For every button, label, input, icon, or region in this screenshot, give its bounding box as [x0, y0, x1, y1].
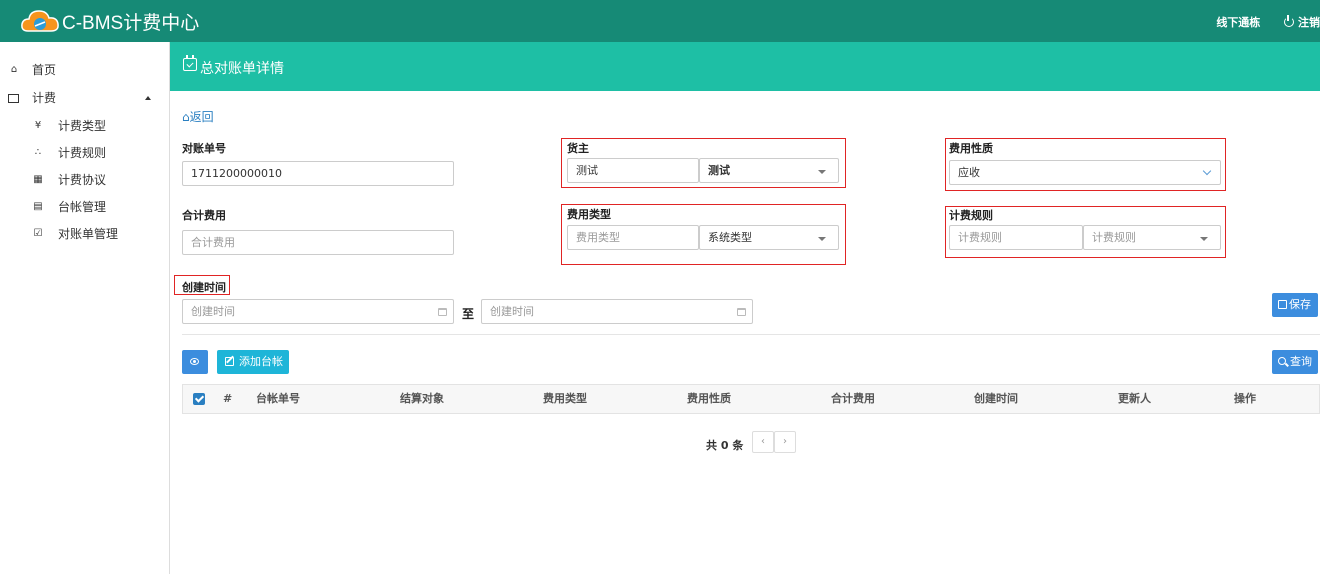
column-header[interactable]: 更新人	[1118, 385, 1151, 413]
sidebar-item-label: 计费协议	[58, 173, 107, 187]
power-icon	[1284, 15, 1294, 27]
eye-icon	[190, 358, 199, 365]
created-time-label: 创建时间	[182, 281, 226, 294]
view-button[interactable]	[182, 350, 208, 374]
page-header: 总对账单详情	[170, 42, 1320, 91]
offline-link[interactable]: 线下通栋	[1216, 14, 1260, 30]
select-all-checkbox[interactable]	[193, 393, 205, 405]
home-icon: ⌂	[10, 64, 18, 75]
sidebar-item-home[interactable]: ⌂ 首页	[0, 58, 170, 82]
fee-nature-select[interactable]: 应收	[949, 160, 1221, 185]
created-time-from-input[interactable]: 创建时间	[182, 299, 454, 324]
prev-page-button[interactable]: ‹	[752, 431, 774, 453]
chevron-up-icon	[145, 96, 151, 100]
fee-type-input[interactable]: 费用类型	[567, 225, 699, 250]
sidebar-item-label: 计费类型	[58, 119, 107, 133]
chevron-down-icon	[1202, 166, 1212, 176]
sidebar-item-statements[interactable]: ☑ 对账单管理	[0, 222, 170, 246]
next-page-button[interactable]: ›	[774, 431, 796, 453]
add-ledger-button[interactable]: 添加台帐	[217, 350, 289, 374]
owner-input[interactable]: 测试	[567, 158, 699, 183]
sidebar-item-label: 台帐管理	[58, 200, 107, 214]
main-content: 总对账单详情 ⌂返回 对账单号 1711200000010 合计费用 合计费用 …	[170, 42, 1320, 574]
created-time-to-input[interactable]: 创建时间	[481, 299, 753, 324]
sidebar: ⌂ 首页 计费 ¥ 计费类型 ∴ 计费规则 ▦ 计费协议 ▤ 台帐管理 ☑ 对账…	[0, 42, 170, 574]
edit-icon	[225, 357, 234, 366]
yen-icon: ¥	[34, 120, 42, 131]
sidebar-item-billing[interactable]: 计费	[0, 86, 170, 110]
column-header[interactable]: 费用性质	[687, 385, 731, 413]
fee-nature-label: 费用性质	[949, 142, 993, 155]
column-header[interactable]: 创建时间	[974, 385, 1018, 413]
owner-select[interactable]: 测试	[699, 158, 839, 183]
ledger-table-header: # 台帐单号 结算对象 费用类型 费用性质 合计费用 创建时间 更新人 操作	[182, 384, 1320, 414]
column-header[interactable]: 台帐单号	[256, 385, 300, 413]
sitemap-icon: ∴	[34, 147, 42, 158]
calendar-icon	[438, 308, 447, 316]
sidebar-item-ledger[interactable]: ▤ 台帐管理	[0, 195, 170, 219]
billing-rule-select[interactable]: 计费规则	[1083, 225, 1221, 250]
calendar-check-icon: ☑	[33, 228, 43, 239]
statement-no-label: 对账单号	[182, 142, 226, 155]
billing-rule-label: 计费规则	[949, 209, 993, 222]
page-title: 总对账单详情	[200, 61, 284, 77]
book-icon: ▤	[33, 201, 43, 212]
calendar-icon: ▦	[33, 174, 43, 185]
sidebar-item-billing-agreements[interactable]: ▦ 计费协议	[0, 168, 170, 192]
caret-down-icon	[818, 237, 826, 241]
query-button[interactable]: 查询	[1272, 350, 1318, 374]
fee-type-label: 费用类型	[567, 208, 611, 221]
billing-rule-input[interactable]: 计费规则	[949, 225, 1083, 250]
logout-button[interactable]: 注销	[1284, 14, 1320, 30]
save-button[interactable]: 保存	[1272, 293, 1318, 317]
picture-icon	[8, 94, 19, 103]
total-fee-label: 合计费用	[182, 209, 226, 222]
owner-label: 货主	[567, 142, 589, 155]
column-header[interactable]: 合计费用	[831, 385, 875, 413]
to-separator: 至	[462, 307, 475, 321]
sidebar-item-billing-rules[interactable]: ∴ 计费规则	[0, 141, 170, 165]
sidebar-item-billing-types[interactable]: ¥ 计费类型	[0, 114, 170, 138]
top-bar: C-BMS计费中心 线下通栋 注销	[0, 0, 1320, 42]
caret-down-icon	[1200, 237, 1208, 241]
total-fee-input[interactable]: 合计费用	[182, 230, 454, 255]
sidebar-item-label: 计费规则	[58, 146, 107, 160]
fee-type-select[interactable]: 系统类型	[699, 225, 839, 250]
back-link[interactable]: ⌂返回	[182, 108, 214, 125]
column-header[interactable]: 结算对象	[400, 385, 444, 413]
app-title: C-BMS计费中心	[62, 13, 200, 34]
sidebar-item-label: 对账单管理	[58, 227, 119, 241]
statement-no-input[interactable]: 1711200000010	[182, 161, 454, 186]
sidebar-item-label: 计费	[32, 91, 57, 105]
cloud-logo-icon	[21, 10, 59, 32]
pager-summary: 共 0 条	[706, 439, 744, 452]
top-right-links: 线下通栋 注销	[1216, 14, 1320, 30]
column-header[interactable]: 费用类型	[543, 385, 587, 413]
column-header: #	[223, 392, 233, 405]
calendar-icon	[737, 308, 746, 316]
divider	[182, 334, 1320, 335]
save-icon	[1278, 300, 1287, 309]
calendar-check-icon	[183, 55, 197, 71]
search-icon	[1278, 357, 1286, 365]
caret-down-icon	[818, 170, 826, 174]
sidebar-item-label: 首页	[32, 63, 57, 77]
column-header: 操作	[1234, 392, 1256, 405]
